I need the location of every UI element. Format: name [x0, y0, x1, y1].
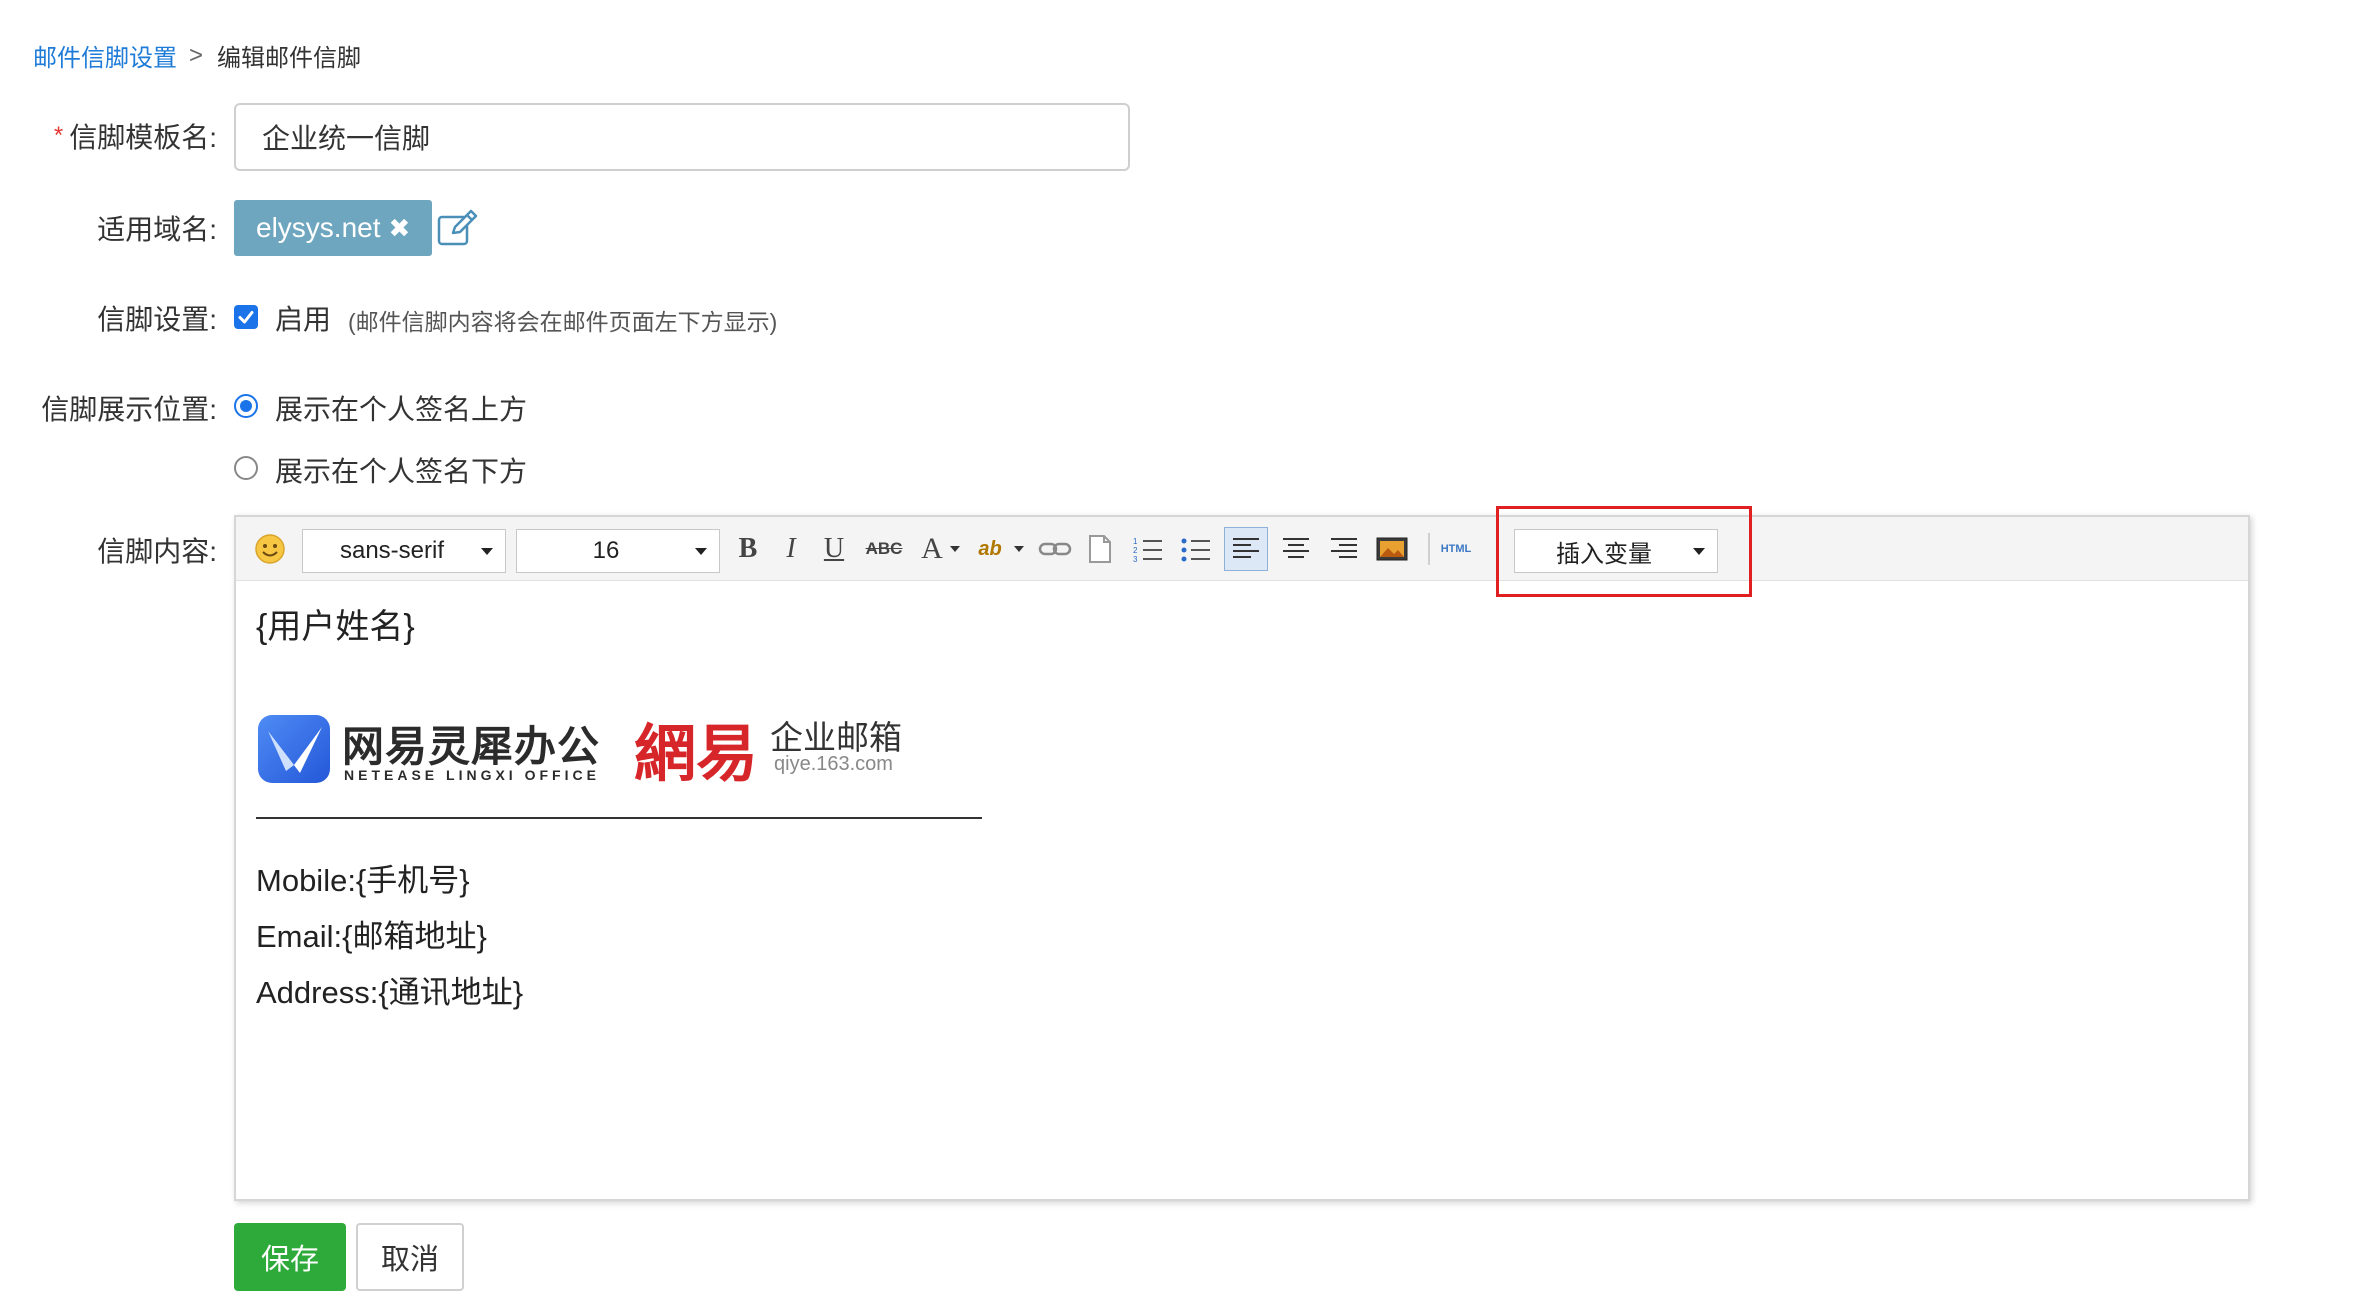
font-family-value: sans-serif: [339, 537, 445, 564]
position-label: 信脚展示位置:: [41, 394, 217, 425]
domain-label: 适用域名:: [97, 214, 217, 245]
insert-variable-highlight: [1496, 506, 1752, 597]
svg-text:3: 3: [1133, 555, 1138, 563]
remove-domain-icon[interactable]: ✖: [389, 213, 411, 244]
checkmark-icon: [238, 311, 254, 324]
template-name-label-text: 信脚模板名:: [69, 122, 217, 153]
page-icon[interactable]: [1084, 531, 1116, 567]
unordered-list-icon[interactable]: [1178, 531, 1214, 567]
align-right-icon[interactable]: [1324, 531, 1364, 567]
position-radio-below-label[interactable]: 展示在个人签名下方: [275, 450, 527, 490]
enable-hint: (邮件信脚内容将会在邮件页面左下方显示): [348, 309, 778, 335]
align-center-icon[interactable]: [1276, 531, 1316, 567]
align-left-icon[interactable]: [1224, 527, 1268, 571]
breadcrumb-parent-link[interactable]: 邮件信脚设置: [33, 38, 177, 73]
underline-button[interactable]: U: [816, 531, 852, 567]
qiye-logo-subtitle: qiye.163.com: [774, 753, 893, 775]
position-radio-below[interactable]: [234, 456, 258, 480]
highlight-button[interactable]: ab: [970, 531, 1010, 567]
signature-divider: [256, 817, 982, 819]
html-source-button[interactable]: HTML: [1436, 531, 1476, 567]
signature-logos: 网易灵犀办公 NETEASE LINGXI OFFICE 網易 企业邮箱 qiy…: [256, 705, 916, 795]
svg-text:1: 1: [1133, 537, 1138, 546]
breadcrumb-current: 编辑邮件信脚: [217, 45, 362, 72]
footer-setting-label: 信脚设置:: [97, 304, 217, 335]
svg-text:2: 2: [1133, 546, 1138, 555]
lingxi-logo-subtitle: NETEASE LINGXI OFFICE: [344, 767, 600, 783]
mobile-line: Mobile:{手机号}: [256, 863, 470, 898]
lingxi-logo-title: 网易灵犀办公: [342, 723, 601, 770]
domain-tag-label: elysys.net: [256, 212, 381, 243]
font-size-select[interactable]: 16: [516, 529, 720, 573]
save-button[interactable]: 保存: [234, 1223, 346, 1291]
image-icon[interactable]: [1372, 531, 1412, 567]
edit-icon[interactable]: [436, 208, 480, 248]
template-name-label: * 信脚模板名:: [54, 116, 217, 156]
breadcrumb: 邮件信脚设置 > 编辑邮件信脚: [33, 38, 361, 73]
lingxi-logo-icon: [258, 715, 330, 783]
emoji-icon[interactable]: [252, 531, 288, 567]
bold-button[interactable]: B: [730, 531, 766, 567]
address-line: Address:{通讯地址}: [256, 975, 524, 1010]
user-name-variable: {用户姓名}: [256, 608, 415, 646]
highlight-caret-icon[interactable]: [1012, 531, 1026, 567]
required-mark: *: [53, 122, 64, 149]
chevron-down-icon: [695, 547, 707, 555]
domain-tag[interactable]: elysys.net ✖: [234, 200, 433, 256]
font-color-caret-icon[interactable]: [948, 531, 962, 567]
enable-checkbox-label[interactable]: 启用: [275, 298, 331, 338]
editor-toolbar: sans-serif 16 B I U ABC A ab 123 HTML 插入…: [236, 517, 2248, 581]
position-radio-above[interactable]: [234, 394, 258, 418]
chevron-down-icon: [481, 547, 493, 555]
netease-brand-logo: 網易: [634, 721, 759, 789]
email-line: Email:{邮箱地址}: [256, 919, 487, 954]
content-label: 信脚内容:: [97, 536, 217, 567]
font-family-select[interactable]: sans-serif: [302, 529, 506, 573]
cancel-button[interactable]: 取消: [356, 1223, 464, 1291]
font-size-value: 16: [592, 537, 620, 564]
italic-button[interactable]: I: [776, 531, 806, 567]
template-name-input[interactable]: [234, 103, 1130, 171]
ordered-list-icon[interactable]: 123: [1130, 531, 1166, 567]
strikethrough-button[interactable]: ABC: [864, 531, 904, 567]
enable-checkbox[interactable]: [234, 305, 258, 329]
rich-text-editor: sans-serif 16 B I U ABC A ab 123 HTML 插入…: [234, 515, 2250, 1201]
link-icon[interactable]: [1036, 531, 1074, 567]
position-radio-above-label[interactable]: 展示在个人签名上方: [275, 388, 527, 428]
toolbar-divider: [1428, 533, 1430, 565]
breadcrumb-separator: >: [189, 41, 204, 69]
qiye-logo-title: 企业邮箱: [770, 719, 902, 756]
font-color-button[interactable]: A: [918, 531, 946, 567]
